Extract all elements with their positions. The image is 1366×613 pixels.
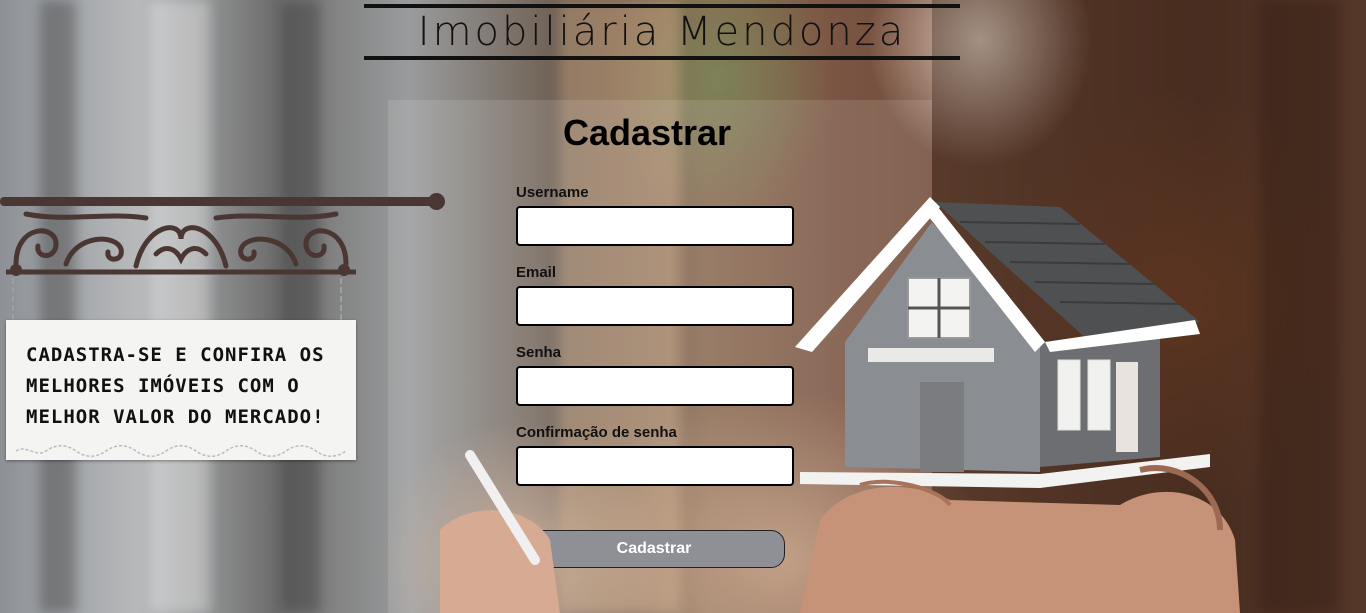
background-blur: [150, 0, 210, 613]
password-label: Senha: [516, 344, 562, 361]
password-confirm-label: Confirmação de senha: [516, 424, 677, 441]
email-input[interactable]: [516, 286, 794, 326]
sign-chain: [340, 278, 348, 320]
background-blur: [280, 0, 320, 613]
email-label: Email: [516, 264, 557, 281]
brand-title: Imobiliária Mendonza: [417, 9, 907, 55]
username-input[interactable]: [516, 206, 794, 246]
brand-logo: Imobiliária Mendonza: [364, 4, 960, 60]
username-label: Username: [516, 184, 589, 201]
hand-illustration: [800, 465, 1240, 613]
pen-hand-illustration: [440, 450, 560, 613]
promo-sign-line: MELHOR VALOR DO MERCADO!: [26, 406, 325, 428]
promo-sign-line: CADASTRA-SE E CONFIRA OS: [26, 344, 325, 366]
sign-deco-icon: [16, 445, 346, 457]
password-input[interactable]: [516, 366, 794, 406]
sign-chain: [12, 278, 20, 320]
form-title: Cadastrar: [562, 112, 732, 153]
submit-button[interactable]: Cadastrar: [523, 530, 785, 568]
promo-sign-line: MELHORES IMÓVEIS COM O: [26, 375, 300, 397]
sign-rod-knob: [428, 193, 445, 210]
page-background: Imobiliária Mendonza CADASTRA-SE E CONFI…: [0, 0, 1366, 613]
background-blur: [40, 0, 76, 613]
house-model-icon: [795, 197, 1210, 488]
sign-ornament-icon: [6, 211, 356, 276]
promo-sign: CADASTRA-SE E CONFIRA OS MELHORES IMÓVEI…: [6, 320, 356, 460]
